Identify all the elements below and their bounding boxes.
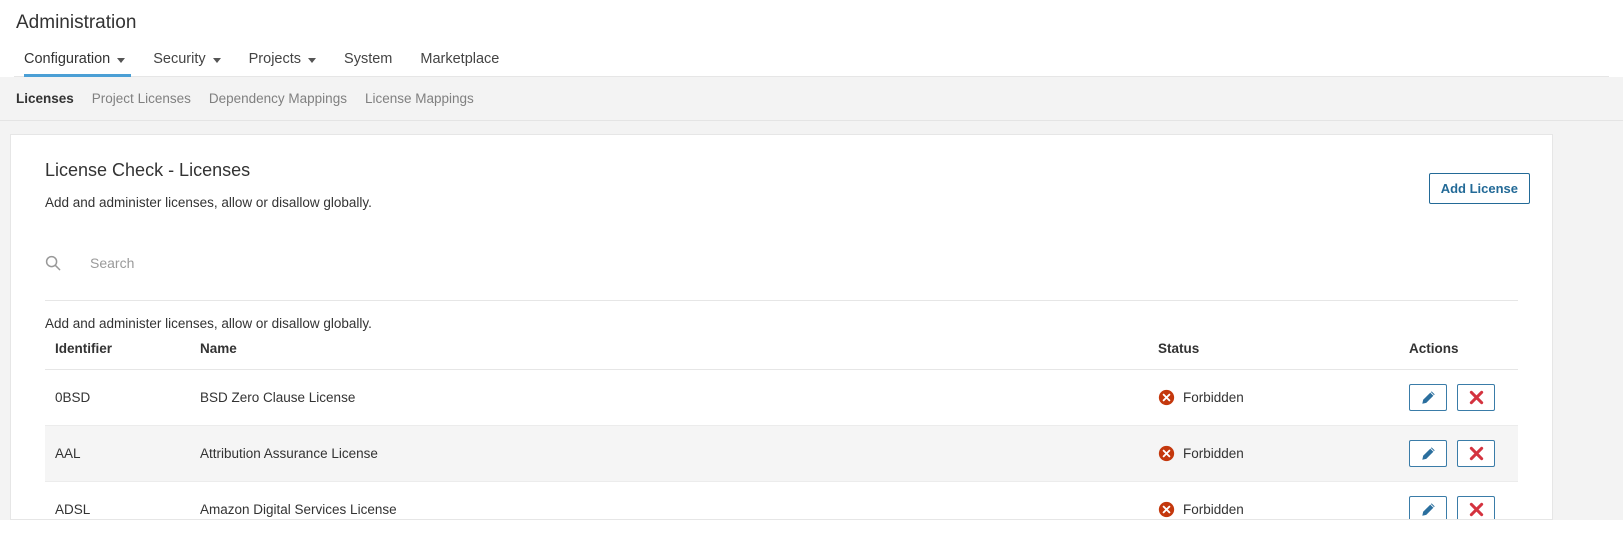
cell-actions — [1406, 481, 1518, 519]
close-x-icon — [1469, 446, 1483, 461]
cell-actions — [1406, 425, 1518, 482]
column-header-identifier[interactable]: Identifier — [45, 341, 197, 370]
search-input[interactable] — [90, 255, 510, 271]
table-header-row: Identifier Name Status Actions — [45, 341, 1518, 370]
license-card: License Check - Licenses Add and adminis… — [10, 134, 1553, 520]
licenses-table: Identifier Name Status Actions 0BSD BSD … — [45, 341, 1518, 519]
sub-navigation: Licenses Project Licenses Dependency Map… — [0, 77, 1623, 121]
search-icon — [45, 255, 61, 271]
nav-item-label: Configuration — [24, 51, 111, 67]
nav-item-system[interactable]: System — [330, 51, 406, 76]
main-navigation: Configuration Security Projects System M… — [14, 44, 1609, 77]
nav-item-label: Marketplace — [420, 51, 500, 67]
card-header-text: License Check - Licenses Add and adminis… — [33, 159, 372, 211]
row-actions — [1409, 384, 1518, 411]
nav-item-projects[interactable]: Projects — [235, 51, 330, 76]
pencil-icon — [1421, 503, 1435, 516]
nav-item-security[interactable]: Security — [139, 51, 234, 76]
forbidden-icon — [1158, 389, 1175, 406]
page-body: License Check - Licenses Add and adminis… — [0, 121, 1623, 520]
pencil-icon — [1421, 447, 1435, 460]
search-row — [45, 252, 1530, 274]
column-header-name[interactable]: Name — [197, 341, 1156, 370]
edit-license-button[interactable] — [1409, 384, 1447, 411]
cell-status: Forbidden — [1156, 425, 1406, 482]
forbidden-icon — [1158, 445, 1175, 462]
card-header: License Check - Licenses Add and adminis… — [33, 135, 1530, 211]
nav-item-marketplace[interactable]: Marketplace — [406, 51, 513, 76]
cell-status: Forbidden — [1156, 369, 1406, 426]
chevron-down-icon — [308, 57, 317, 63]
chevron-down-icon — [117, 57, 126, 63]
status-badge: Forbidden — [1158, 445, 1406, 462]
column-header-actions: Actions — [1406, 341, 1518, 370]
table-row[interactable]: 0BSD BSD Zero Clause License Forbidden — [45, 369, 1518, 426]
cell-actions — [1406, 369, 1518, 426]
delete-license-button[interactable] — [1457, 496, 1495, 519]
subnav-item-licenses[interactable]: Licenses — [14, 90, 83, 108]
page-title: Administration — [16, 12, 137, 33]
table-head: Identifier Name Status Actions — [45, 341, 1518, 370]
cell-status: Forbidden — [1156, 481, 1406, 519]
delete-license-button[interactable] — [1457, 384, 1495, 411]
delete-license-button[interactable] — [1457, 440, 1495, 467]
cell-identifier: AAL — [45, 425, 197, 482]
subnav-item-dependency-mappings[interactable]: Dependency Mappings — [200, 90, 356, 108]
card-subtitle: Add and administer licenses, allow or di… — [45, 195, 372, 210]
subnav-item-project-licenses[interactable]: Project Licenses — [83, 90, 200, 108]
status-badge: Forbidden — [1158, 389, 1406, 406]
add-license-button[interactable]: Add License — [1428, 173, 1530, 204]
row-actions — [1409, 496, 1518, 519]
table-row[interactable]: AAL Attribution Assurance License Forbid… — [45, 425, 1518, 482]
edit-license-button[interactable] — [1409, 496, 1447, 519]
status-label: Forbidden — [1183, 390, 1244, 405]
status-badge: Forbidden — [1158, 501, 1406, 518]
cell-name: BSD Zero Clause License — [197, 369, 1156, 426]
table-caption: Add and administer licenses, allow or di… — [45, 300, 1518, 332]
forbidden-icon — [1158, 501, 1175, 518]
column-header-status[interactable]: Status — [1156, 341, 1406, 370]
row-actions — [1409, 440, 1518, 467]
pencil-icon — [1421, 391, 1435, 404]
nav-item-label: Projects — [248, 51, 302, 67]
card-title: License Check - Licenses — [45, 160, 251, 180]
close-x-icon — [1469, 502, 1483, 517]
licenses-table-wrap: Add and administer licenses, allow or di… — [45, 300, 1518, 519]
status-label: Forbidden — [1183, 446, 1244, 461]
top-header: Administration Configuration Security Pr… — [0, 0, 1623, 77]
cell-name: Attribution Assurance License — [197, 425, 1156, 482]
cell-name: Amazon Digital Services License — [197, 481, 1156, 519]
subnav-item-license-mappings[interactable]: License Mappings — [356, 90, 483, 108]
chevron-down-icon — [212, 57, 221, 63]
nav-item-configuration[interactable]: Configuration — [14, 51, 139, 77]
close-x-icon — [1469, 390, 1483, 405]
nav-item-label: System — [344, 51, 393, 67]
edit-license-button[interactable] — [1409, 440, 1447, 467]
nav-item-label: Security — [153, 51, 206, 67]
cell-identifier: 0BSD — [45, 369, 197, 426]
table-body: 0BSD BSD Zero Clause License Forbidden A… — [45, 369, 1518, 519]
status-label: Forbidden — [1183, 502, 1244, 517]
cell-identifier: ADSL — [45, 481, 197, 519]
table-row[interactable]: ADSL Amazon Digital Services License For… — [45, 481, 1518, 519]
